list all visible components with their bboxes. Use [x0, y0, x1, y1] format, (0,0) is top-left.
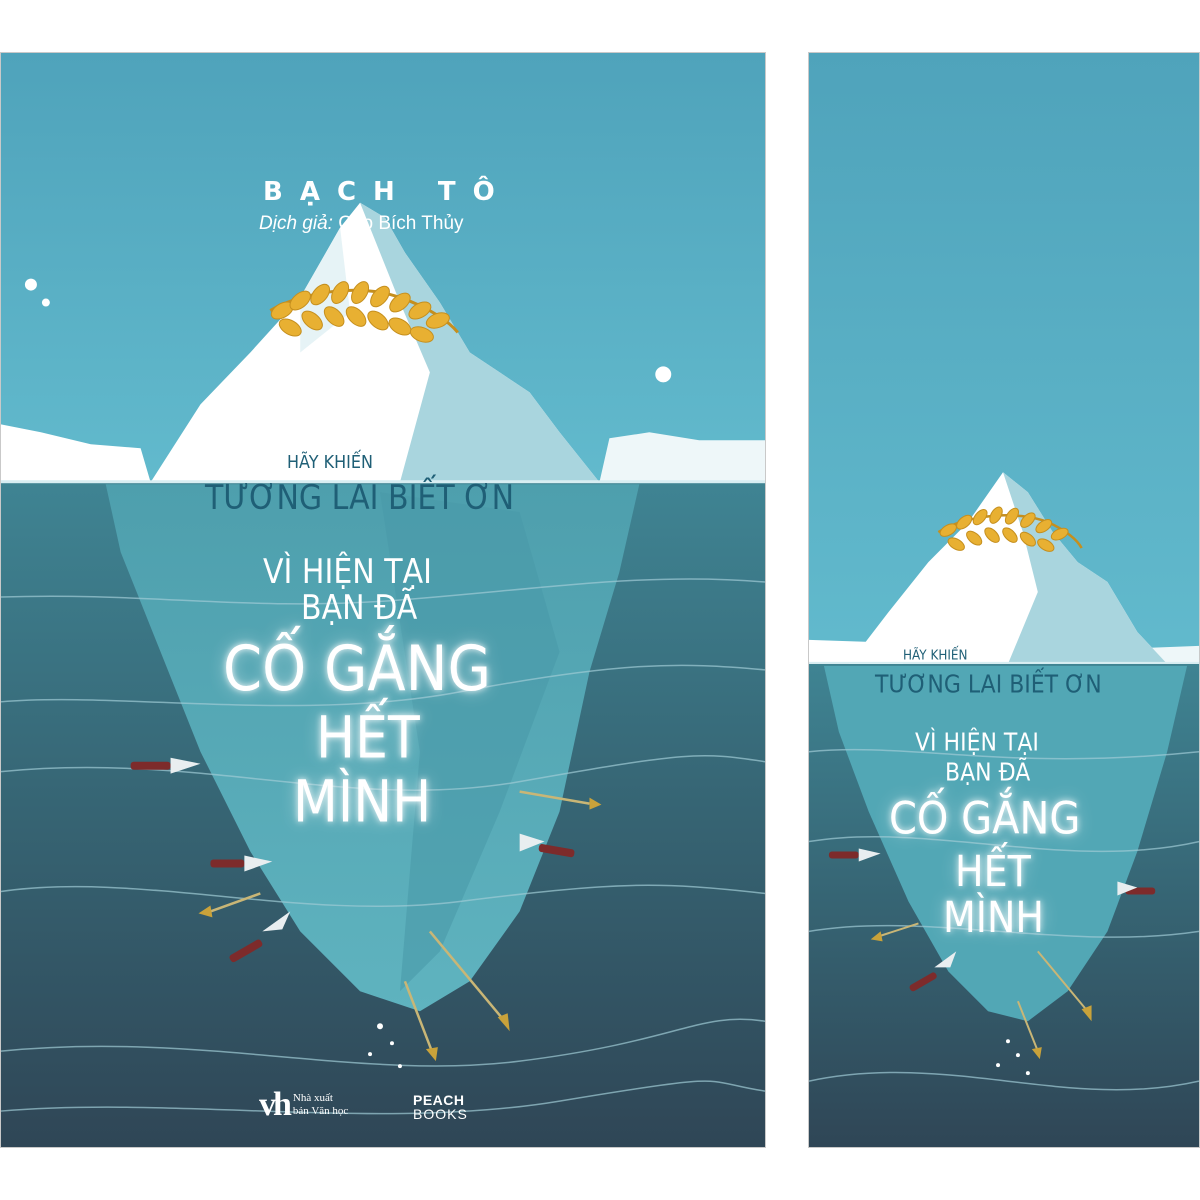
title-line-1: HÃY KHIẾN	[287, 451, 373, 473]
book-cover: BẠCH TÔ Dịch giả: Cao Bích Thủy HÃY KHIẾ…	[0, 52, 766, 1148]
bookmark-title-line-5: CỐ GẮNG	[889, 793, 1081, 845]
author-name: BẠCH TÔ	[263, 177, 512, 207]
translator-name: Cao Bích Thủy	[338, 213, 464, 234]
title-line-4: BẠN ĐÃ	[301, 589, 418, 629]
imprint-logo: PEACH BOOKS	[413, 1093, 468, 1121]
imprint-line-1: PEACH	[413, 1092, 465, 1108]
translator-credit: Dịch giả: Cao Bích Thủy	[259, 213, 464, 235]
bookmark-iceberg-illustration	[809, 53, 1199, 1147]
imprint-line-2: BOOKS	[413, 1106, 468, 1122]
title-line-2: TƯƠNG LAI BIẾT ƠN	[205, 479, 515, 519]
title-line-5: CỐ GẮNG	[223, 633, 491, 706]
publisher-logo: vh Nhà xuất bản Văn học	[259, 1083, 349, 1127]
bookmark-title-line-7: MÌNH	[943, 893, 1044, 943]
bookmark-title-line-2: TƯƠNG LAI BIẾT ƠN	[875, 671, 1102, 699]
translator-label: Dịch giả:	[259, 213, 333, 234]
title-line-6: HẾT	[316, 705, 420, 773]
publisher-name: Nhà xuất bản Văn học	[292, 1092, 349, 1117]
bookmark-title-line-1: HÃY KHIẾN	[903, 647, 968, 663]
title-line-7: MÌNH	[293, 769, 432, 837]
title-line-3: VÌ HIỆN TẠI	[263, 553, 432, 593]
publisher-mark: vh	[259, 1086, 292, 1123]
bookmark-title-line-6: HẾT	[955, 847, 1031, 897]
bookmark: HÃY KHIẾN TƯƠNG LAI BIẾT ƠN VÌ HIỆN TẠI …	[808, 52, 1200, 1148]
bookmark-title-line-4: BẠN ĐÃ	[945, 759, 1031, 787]
bookmark-title-line-3: VÌ HIỆN TẠI	[915, 729, 1039, 757]
